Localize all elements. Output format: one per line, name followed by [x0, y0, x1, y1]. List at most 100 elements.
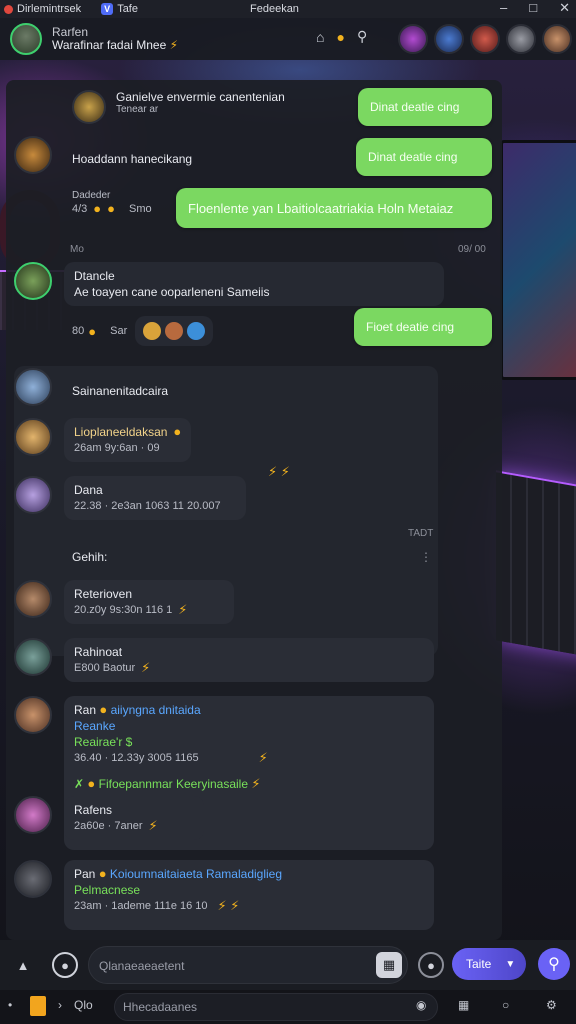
emoji-picker-icon[interactable]: ●: [418, 952, 444, 978]
header-icons: ⌂ ● ⚲: [316, 28, 367, 45]
message-text: Fioet deatie cing: [366, 320, 455, 334]
message-bubble: Dtancle Ae toayen cane ooparleneni Samei…: [64, 262, 444, 306]
avatar[interactable]: [14, 368, 52, 406]
list-item: Dana 22.38 · 2e3an 1063 11 20.007: [14, 476, 246, 520]
menu-icon[interactable]: •: [8, 998, 12, 1012]
chat-title-group: Rarfen Warafinar fadai Mnee ⚡: [52, 26, 178, 52]
gif-icon[interactable]: ▦: [376, 952, 402, 978]
avatar[interactable]: [542, 24, 572, 54]
avatar[interactable]: [72, 90, 106, 124]
message-line: Pelmacnese: [74, 883, 141, 897]
message-meta: 23am · 1ademe 111e 16 10: [74, 900, 208, 912]
window-titlebar: Dirlemintrsek V Tafe Fedeekan – □ ✕: [0, 0, 576, 18]
message-meta: 20.z0y 9s:30n 116 1: [74, 604, 173, 616]
voice-icon[interactable]: ⚲: [538, 948, 570, 980]
attach-icon[interactable]: ▲: [10, 952, 36, 978]
avatar[interactable]: [14, 796, 52, 834]
sender-name: Ran: [74, 703, 97, 717]
avatar: [165, 322, 184, 340]
sender-name: Dana: [74, 483, 103, 497]
list-item: Reterioven 20.z0y 9s:30n 116 1 ⚡: [14, 580, 234, 624]
emoji-icon: ●: [107, 201, 116, 216]
avatar[interactable]: [14, 638, 52, 676]
search-icon[interactable]: ⚲: [357, 28, 367, 45]
list-item: Hoaddann hanecikang: [14, 136, 192, 174]
message-extra: Sar: [110, 325, 128, 337]
message-bubble: Fioet deatie cing: [354, 308, 492, 346]
avatar[interactable]: [14, 418, 52, 456]
message-meta: 26am 9y:6an · 09: [74, 442, 160, 454]
chevron-right-icon[interactable]: ›: [58, 998, 62, 1012]
mention-text[interactable]: Koioumnaitaiaeta Ramaladiglieg: [110, 867, 282, 881]
list-item: Lioplaneeldaksan ● 26am 9y:6an · 09: [14, 418, 192, 462]
avatar[interactable]: [434, 24, 464, 54]
close-icon[interactable]: ✕: [559, 0, 570, 16]
emoji-icon: ●: [88, 323, 97, 339]
emoji-icon: ●: [87, 776, 96, 791]
avatar[interactable]: [14, 580, 52, 618]
image-icon[interactable]: ▦: [458, 998, 469, 1012]
avatar[interactable]: [14, 262, 52, 300]
message-line: Reanke: [74, 719, 116, 733]
send-button[interactable]: Taite ▼: [452, 948, 526, 980]
message-bubble: Pan ● Koioumnaitaiaeta Ramaladiglieg Pel…: [64, 860, 434, 930]
message-composer: ▲ ● Qlanaeaeaetent ▦ ● Taite ▼ ⚲: [0, 940, 576, 990]
reaction-group[interactable]: [135, 316, 214, 346]
sender-name: Reterioven: [74, 587, 133, 601]
emoji-icon: ⚡: [251, 776, 261, 791]
emoji-icon: ⚡: [178, 602, 188, 617]
list-item: Rafens 2a60e · 7aner ⚡: [14, 796, 204, 840]
section-label: Mo: [70, 244, 84, 255]
message-meta: E800 Baotur: [74, 662, 136, 674]
bottom-label: Qlo: [74, 998, 93, 1012]
chevron-down-icon: ▼: [505, 958, 516, 970]
mention-text[interactable]: aiiyngna dnitaida: [111, 703, 201, 717]
list-item: 80 ● Sar: [72, 316, 214, 346]
message-line: Fifoepannmar Keeryinasaile: [98, 777, 249, 791]
maximize-icon[interactable]: □: [529, 0, 537, 16]
message-extra: Smo: [129, 202, 152, 215]
search-input[interactable]: Hhecadaanes: [114, 993, 438, 1021]
avatar[interactable]: [506, 24, 536, 54]
message-meta: 36.40 · 12.33y 3005 1165: [74, 752, 199, 764]
sender-name: Rafens: [74, 803, 113, 817]
message-meta: 80: [72, 325, 85, 337]
message-input[interactable]: Qlanaeaeaetent: [88, 946, 408, 984]
avatar[interactable]: [10, 23, 42, 55]
message-bubble: Dinat deatie cing: [356, 138, 492, 176]
tools-icon: ✗: [74, 777, 85, 791]
emoji-icon: ●: [99, 702, 108, 717]
avatar[interactable]: [14, 696, 52, 734]
list-item: Sainanenitadcaira: [14, 368, 168, 406]
tab-active[interactable]: V Tafe: [101, 3, 138, 15]
settings-icon[interactable]: ⚙: [546, 998, 557, 1012]
message-text: Floenlente yan Lbaitiolcaatriakia Holn M…: [188, 200, 454, 216]
bottom-bar: • › Qlo Hhecadaanes ◉ ▦ ○ ⚙: [0, 990, 576, 1024]
emoji-icon: ●: [93, 201, 102, 216]
bell-icon[interactable]: ●: [336, 29, 344, 45]
camera-icon[interactable]: ●: [52, 952, 78, 978]
list-item: Ganielve envermie canentenian Tenear ar: [72, 90, 285, 124]
minimize-icon[interactable]: –: [500, 0, 507, 16]
emoji-icon: ●: [98, 866, 107, 881]
avatar[interactable]: [14, 860, 52, 898]
section-label: Gehih:: [72, 550, 108, 564]
sender-name: Dadeder: [72, 190, 111, 201]
home-icon[interactable]: ⌂: [316, 29, 324, 45]
list-item: Rahinoat E800 Baotur ⚡: [14, 638, 434, 682]
sender-name: Sainanenitadcaira: [72, 384, 169, 398]
app-title: Dirlemintrsek: [17, 3, 82, 15]
avatar[interactable]: [470, 24, 500, 54]
folder-icon[interactable]: [30, 996, 46, 1016]
more-icon[interactable]: ⋮: [420, 550, 432, 564]
avatar[interactable]: [14, 476, 52, 514]
avatar[interactable]: [14, 136, 52, 174]
clear-icon[interactable]: ◉: [416, 998, 426, 1012]
list-item: Pan ● Koioumnaitaiaeta Ramaladiglieg Pel…: [14, 860, 434, 930]
chat-icon[interactable]: ○: [502, 998, 509, 1012]
window-name: Fedeekan: [250, 3, 299, 15]
message-meta: 22.38 · 2e3an 1063 11 20.007: [74, 500, 221, 512]
emoji-icon: ⚡: [258, 750, 268, 765]
avatar[interactable]: [398, 24, 428, 54]
emoji-icon: ⚡: [148, 818, 158, 833]
